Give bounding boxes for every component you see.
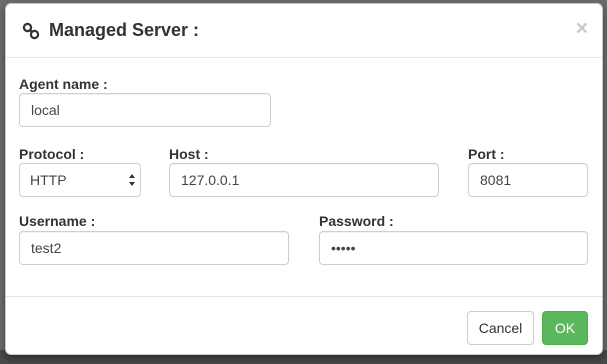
password-masked-value: •••••: [331, 240, 356, 256]
protocol-label: Protocol :: [19, 146, 85, 162]
agent-name-label: Agent name :: [19, 76, 108, 92]
protocol-selected-value: HTTP: [30, 172, 67, 188]
host-label: Host :: [169, 146, 209, 162]
host-input[interactable]: [169, 163, 439, 197]
port-label: Port :: [468, 146, 505, 162]
protocol-select[interactable]: HTTP: [19, 163, 141, 197]
password-input[interactable]: •••••: [319, 231, 588, 265]
port-input[interactable]: [468, 163, 588, 197]
dialog-header: Managed Server : ×: [6, 4, 602, 58]
password-label: Password :: [319, 213, 394, 229]
close-icon[interactable]: ×: [576, 18, 588, 39]
ok-button[interactable]: OK: [542, 311, 588, 345]
username-input[interactable]: [19, 231, 289, 265]
dialog-title: Managed Server :: [49, 20, 200, 40]
username-label: Username :: [19, 213, 96, 229]
footer-divider: [6, 296, 602, 297]
cancel-button[interactable]: Cancel: [467, 311, 534, 345]
agent-name-input[interactable]: [19, 93, 271, 127]
link-icon: [22, 22, 40, 40]
managed-server-dialog: Managed Server : × Agent name : Protocol…: [5, 3, 603, 355]
select-arrows-icon: [129, 174, 135, 186]
